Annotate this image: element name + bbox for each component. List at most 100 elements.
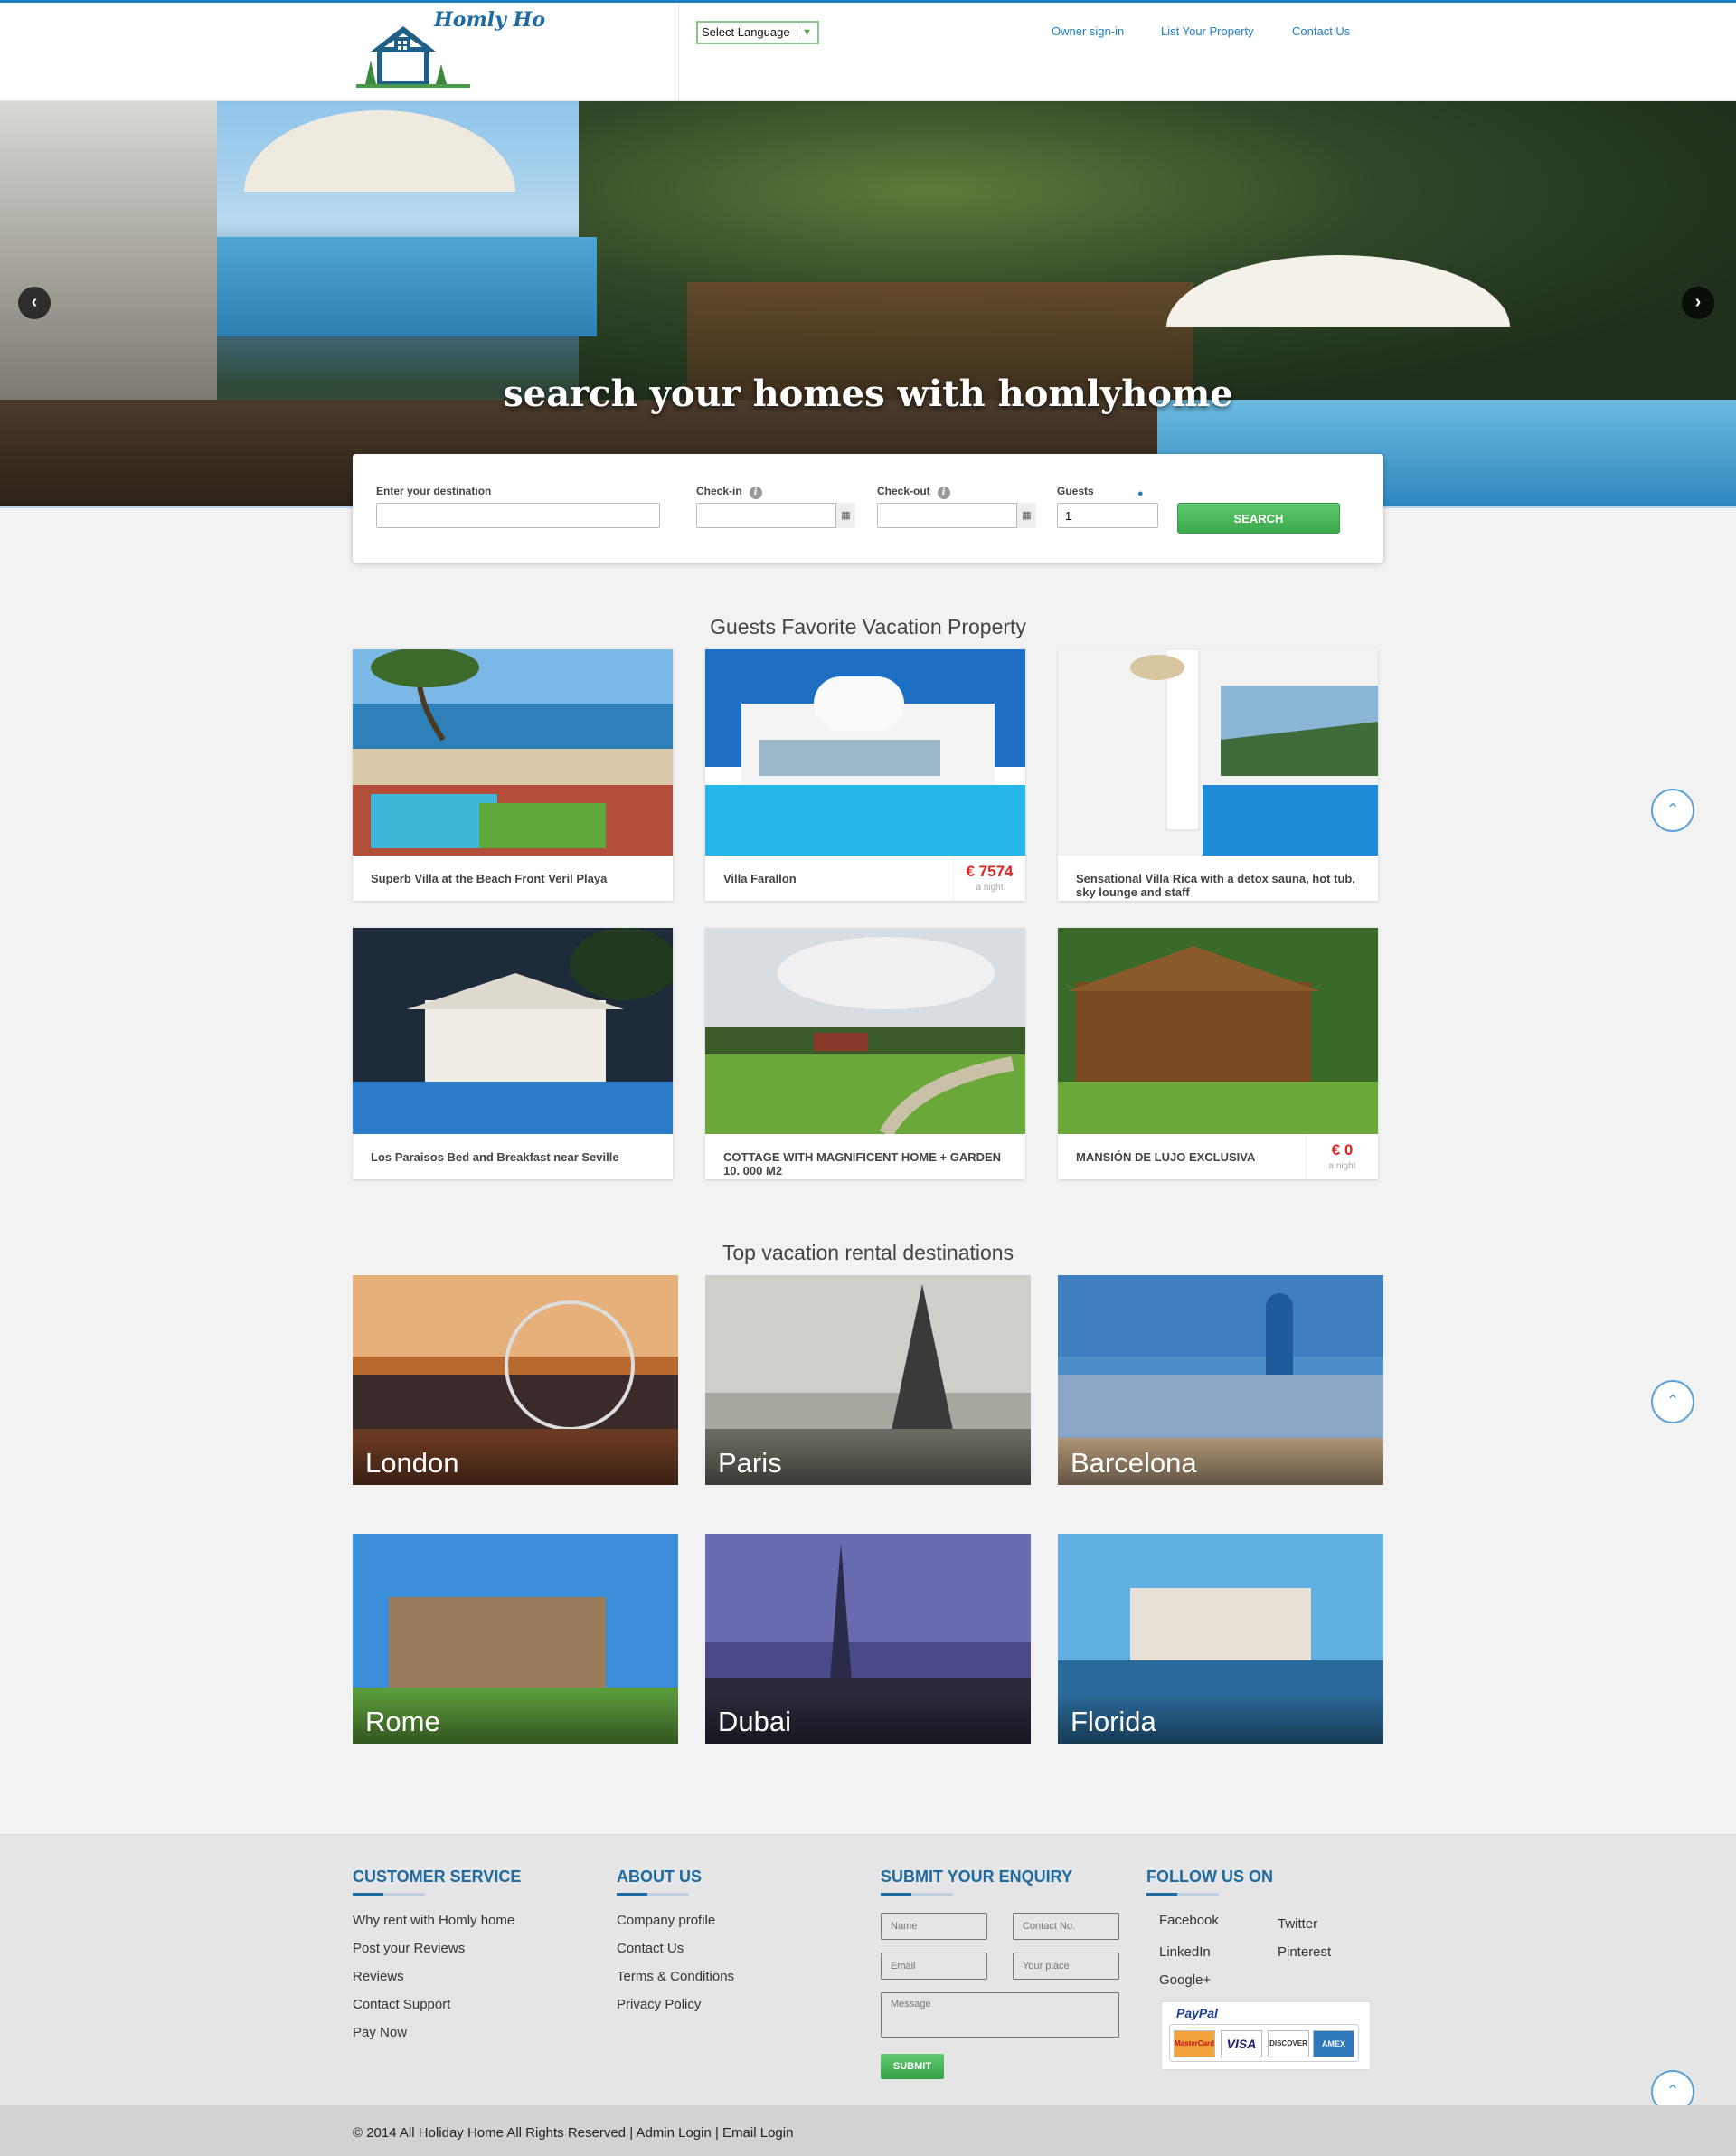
property-card[interactable]: COTTAGE WITH MAGNIFICENT HOME + GARDEN 1… bbox=[705, 928, 1025, 1179]
language-select[interactable]: Select Language ▼ bbox=[696, 21, 819, 44]
property-image bbox=[1058, 649, 1378, 856]
heading-underline bbox=[353, 1893, 425, 1896]
destination-card-rome[interactable]: Rome bbox=[353, 1534, 678, 1744]
destination-card-barcelona[interactable]: Barcelona bbox=[1058, 1275, 1383, 1485]
footer: CUSTOMER SERVICE Why rent with Homly hom… bbox=[0, 1834, 1736, 2113]
guests-input[interactable] bbox=[1057, 503, 1158, 528]
follow-us-title: FOLLOW US ON bbox=[1146, 1868, 1273, 1886]
property-image bbox=[705, 649, 1025, 856]
payment-badge: PayPal MasterCard VISA DISCOVER AMEX bbox=[1161, 2001, 1371, 2070]
card-logos: MasterCard VISA DISCOVER AMEX bbox=[1169, 2024, 1359, 2062]
search-button[interactable]: SEARCH bbox=[1177, 503, 1340, 534]
price-amount: € 0 bbox=[1331, 1141, 1354, 1158]
footer-link[interactable]: Privacy Policy bbox=[617, 1997, 701, 2012]
amex-icon: AMEX bbox=[1313, 2030, 1354, 2057]
copyright-bar: © 2014 All Holiday Home All Rights Reser… bbox=[0, 2105, 1736, 2156]
property-name: COTTAGE WITH MAGNIFICENT HOME + GARDEN 1… bbox=[723, 1150, 1002, 1177]
footer-link[interactable]: Terms & Conditions bbox=[617, 1969, 734, 1984]
enquiry-email-input[interactable] bbox=[881, 1953, 987, 1980]
heading-underline bbox=[881, 1893, 953, 1896]
footer-link[interactable]: Contact Us bbox=[617, 1941, 684, 1956]
destination-name: Rome bbox=[353, 1693, 678, 1744]
header-divider bbox=[678, 3, 679, 104]
google-plus-link[interactable]: Google+ bbox=[1159, 1972, 1211, 1988]
footer-link[interactable]: Pay Now bbox=[353, 2025, 407, 2040]
twitter-link[interactable]: Twitter bbox=[1278, 1916, 1317, 1932]
property-card[interactable]: Superb Villa at the Beach Front Veril Pl… bbox=[353, 649, 673, 901]
footer-link[interactable]: Contact Support bbox=[353, 1997, 450, 2012]
hero-image-sea bbox=[217, 237, 597, 336]
price-unit: a night bbox=[976, 883, 1004, 893]
destination-card-london[interactable]: London bbox=[353, 1275, 678, 1485]
footer-link[interactable]: Company profile bbox=[617, 1913, 715, 1928]
footer-link[interactable]: Why rent with Homly home bbox=[353, 1913, 514, 1928]
linkedin-link[interactable]: LinkedIn bbox=[1159, 1944, 1211, 1960]
hero-title: search your homes with homlyhome bbox=[503, 373, 1233, 415]
property-card[interactable]: Los Paraisos Bed and Breakfast near Sevi… bbox=[353, 928, 673, 1179]
mastercard-icon: MasterCard bbox=[1174, 2030, 1215, 2057]
checkout-label: Check-out i bbox=[877, 485, 950, 499]
destination-label: Enter your destination bbox=[376, 485, 492, 497]
copyright-text: © 2014 All Holiday Home All Rights Reser… bbox=[353, 2125, 794, 2141]
checkout-input[interactable] bbox=[877, 503, 1036, 528]
visa-icon: VISA bbox=[1221, 2030, 1262, 2057]
customer-service-title: CUSTOMER SERVICE bbox=[353, 1868, 522, 1886]
scroll-up-icon[interactable]: ⌃ bbox=[1651, 789, 1694, 832]
chevron-down-icon: ▼ bbox=[802, 27, 812, 38]
footer-link[interactable]: Reviews bbox=[353, 1969, 404, 1984]
language-select-value: Select Language bbox=[702, 25, 790, 39]
chevron-left-icon[interactable]: ‹ bbox=[18, 287, 51, 319]
price-box: € 0 a night bbox=[1306, 1134, 1378, 1179]
destination-input[interactable] bbox=[376, 503, 660, 528]
calendar-icon[interactable]: ▦ bbox=[1016, 503, 1036, 528]
enquiry-title: SUBMIT YOUR ENQUIRY bbox=[881, 1868, 1073, 1886]
favorites-title: Guests Favorite Vacation Property bbox=[710, 615, 1026, 638]
property-name: MANSIÓN DE LUJO EXCLUSIVA bbox=[1076, 1150, 1256, 1164]
destination-name: Paris bbox=[705, 1434, 1031, 1485]
destination-card-florida[interactable]: Florida bbox=[1058, 1534, 1383, 1744]
property-image bbox=[353, 649, 673, 856]
destinations-title: Top vacation rental destinations bbox=[722, 1241, 1014, 1264]
checkin-label: Check-in i bbox=[696, 485, 762, 499]
nav-contact-us[interactable]: Contact Us bbox=[1292, 24, 1350, 38]
property-image bbox=[353, 928, 673, 1134]
info-icon: i bbox=[937, 487, 950, 499]
calendar-icon[interactable]: ▦ bbox=[835, 503, 855, 528]
heading-underline bbox=[1146, 1893, 1219, 1896]
property-card[interactable]: Sensational Villa Rica with a detox saun… bbox=[1058, 649, 1378, 901]
enquiry-place-input[interactable] bbox=[1013, 1953, 1119, 1980]
hero-image-umbrella bbox=[244, 110, 515, 192]
chevron-right-icon[interactable]: › bbox=[1682, 287, 1714, 319]
price-box: € 7574 a night bbox=[953, 856, 1025, 901]
property-card[interactable]: Villa Farallon € 7574 a night bbox=[705, 649, 1025, 901]
destination-name: London bbox=[353, 1434, 678, 1485]
property-name: Los Paraisos Bed and Breakfast near Sevi… bbox=[371, 1150, 619, 1164]
enquiry-name-input[interactable] bbox=[881, 1913, 987, 1940]
property-name: Superb Villa at the Beach Front Veril Pl… bbox=[371, 872, 608, 885]
top-header: Homly Ho Select Language ▼ Owner sign-in… bbox=[0, 0, 1736, 104]
hero-slider: ‹ › search your homes with homlyhome bbox=[0, 101, 1736, 508]
paypal-logo: PayPal bbox=[1176, 2006, 1218, 2020]
nav-list-your-property[interactable]: List Your Property bbox=[1161, 24, 1254, 38]
property-image bbox=[1058, 928, 1378, 1134]
enquiry-contact-input[interactable] bbox=[1013, 1913, 1119, 1940]
scroll-up-icon[interactable]: ⌃ bbox=[1651, 1380, 1694, 1423]
search-panel: Enter your destination Check-in i ▦ Check… bbox=[353, 454, 1383, 563]
property-name: Sensational Villa Rica with a detox saun… bbox=[1076, 872, 1355, 899]
property-name: Villa Farallon bbox=[723, 872, 797, 885]
footer-link[interactable]: Post your Reviews bbox=[353, 1941, 465, 1956]
price-amount: € 7574 bbox=[966, 863, 1014, 880]
price-unit: a night bbox=[1328, 1161, 1356, 1171]
nav-owner-sign-in[interactable]: Owner sign-in bbox=[1052, 24, 1124, 38]
destination-name: Dubai bbox=[705, 1693, 1031, 1744]
property-card[interactable]: MANSIÓN DE LUJO EXCLUSIVA € 0 a night bbox=[1058, 928, 1378, 1179]
enquiry-message-input[interactable] bbox=[881, 1992, 1119, 2038]
facebook-link[interactable]: Facebook bbox=[1159, 1913, 1219, 1928]
about-us-title: ABOUT US bbox=[617, 1868, 702, 1886]
submit-button[interactable]: SUBMIT bbox=[881, 2054, 944, 2079]
destination-card-dubai[interactable]: Dubai bbox=[705, 1534, 1031, 1744]
checkin-input[interactable] bbox=[696, 503, 855, 528]
destination-name: Barcelona bbox=[1058, 1434, 1383, 1485]
destination-card-paris[interactable]: Paris bbox=[705, 1275, 1031, 1485]
pinterest-link[interactable]: Pinterest bbox=[1278, 1944, 1331, 1960]
